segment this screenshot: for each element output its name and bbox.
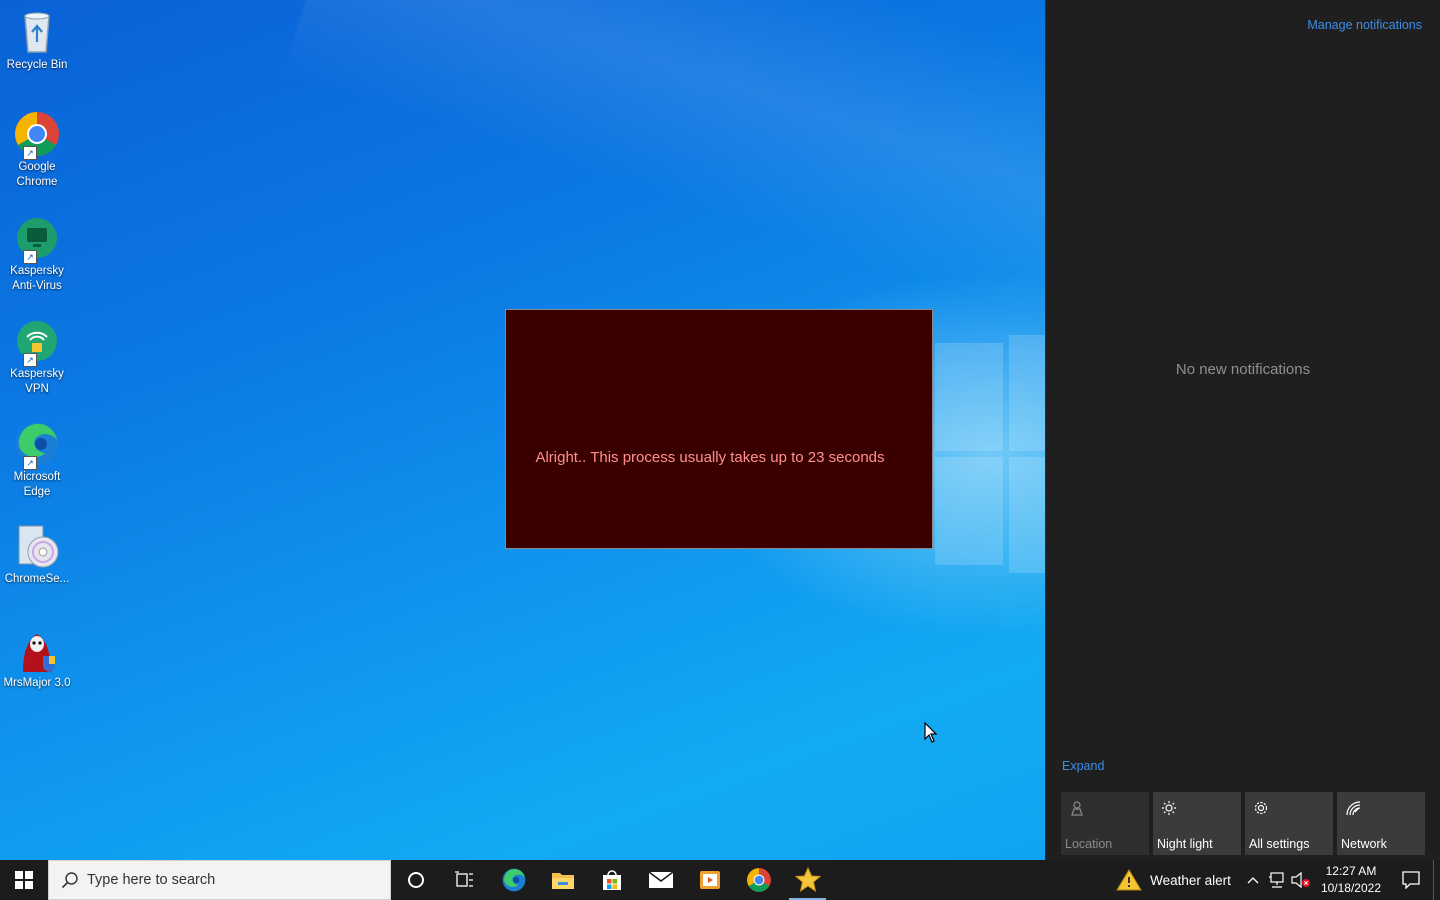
shortcut-arrow-icon: ↗ <box>23 146 37 160</box>
recycle-bin-icon <box>13 8 61 56</box>
edge-icon: ↗ <box>13 420 61 470</box>
search-icon <box>61 872 78 889</box>
show-desktop-button[interactable] <box>1433 860 1440 900</box>
setup-disc-icon <box>13 522 61 570</box>
kaspersky-antivirus-icon: ↗ <box>13 214 61 264</box>
brightness-icon <box>1162 801 1176 815</box>
mouse-cursor-icon <box>924 722 938 743</box>
action-center-panel: Manage notifications No new notification… <box>1045 0 1440 860</box>
desktop-icon-label: Recycle Bin <box>6 59 68 71</box>
quick-action-label: Night light <box>1157 837 1213 851</box>
taskbar-edge[interactable] <box>489 860 538 900</box>
show-hidden-icons[interactable] <box>1241 860 1265 900</box>
edge-icon <box>502 868 525 892</box>
system-tray: Weather alert 12:27 AM 10/18/2022 <box>1106 860 1440 900</box>
location-icon <box>1071 801 1083 816</box>
manage-notifications-link[interactable]: Manage notifications <box>1307 18 1422 32</box>
chevron-up-icon <box>1247 877 1259 884</box>
desktop-icon-label: MrsMajor 3.0 <box>3 677 71 689</box>
quick-action-network[interactable]: Network <box>1337 792 1425 855</box>
shortcut-arrow-icon: ↗ <box>23 456 37 470</box>
shortcut-arrow-icon: ↗ <box>23 250 37 264</box>
action-center-button[interactable] <box>1389 860 1433 900</box>
quick-action-label: Network <box>1341 837 1387 851</box>
cortana-icon <box>407 872 424 888</box>
desktop-icon-mrsmajor[interactable]: MrsMajor 3.0 <box>0 626 74 691</box>
store-icon <box>602 870 621 890</box>
ethernet-icon <box>1268 872 1284 888</box>
windows-start-icon <box>15 871 33 889</box>
taskbar-media[interactable] <box>685 860 734 900</box>
desktop-icon-chromesetup[interactable]: ChromeSe... <box>0 522 74 587</box>
desktop-icon-label: Google Chrome <box>16 161 58 188</box>
network-icon <box>1346 801 1361 816</box>
notification-icon <box>1402 871 1420 889</box>
chrome-icon <box>746 868 771 892</box>
quick-action-label: All settings <box>1249 837 1310 851</box>
desktop-icon-label: Microsoft Edge <box>13 471 61 498</box>
mrsmajor-icon <box>13 626 61 674</box>
taskbar-search[interactable]: Type here to search <box>48 860 391 900</box>
star-app-icon <box>794 867 821 893</box>
desktop-icon-google-chrome[interactable]: ↗ Google Chrome <box>0 110 74 190</box>
desktop-icon-microsoft-edge[interactable]: ↗ Microsoft Edge <box>0 420 74 500</box>
taskbar-task-view[interactable] <box>440 860 489 900</box>
desktop-icon-label: Kaspersky Anti-Virus <box>10 265 64 292</box>
quick-action-location[interactable]: Location <box>1061 792 1149 855</box>
expand-link[interactable]: Expand <box>1062 759 1104 773</box>
quick-actions: Location Night light All settings Networ… <box>1061 792 1425 855</box>
kaspersky-vpn-icon: ↗ <box>13 317 61 367</box>
quick-action-all-settings[interactable]: All settings <box>1245 792 1333 855</box>
weather-widget[interactable]: Weather alert <box>1106 869 1241 891</box>
taskbar-star-app[interactable] <box>783 860 832 900</box>
gear-icon <box>1254 801 1268 815</box>
taskbar-clock[interactable]: 12:27 AM 10/18/2022 <box>1313 863 1389 897</box>
volume-tray[interactable] <box>1289 860 1313 900</box>
start-button[interactable] <box>0 860 48 900</box>
quick-action-label: Location <box>1065 837 1113 851</box>
network-tray[interactable] <box>1265 860 1289 900</box>
taskbar-chrome[interactable] <box>734 860 783 900</box>
desktop-icon-recycle-bin[interactable]: Recycle Bin <box>0 8 74 73</box>
weather-alert-label: Weather alert <box>1150 872 1231 888</box>
process-dialog: Alright.. This process usually takes up … <box>505 309 933 549</box>
volume-muted-icon <box>1291 872 1310 888</box>
taskbar-mail[interactable] <box>636 860 685 900</box>
clock-time: 12:27 AM <box>1325 864 1377 878</box>
desktop-icon-label: Kaspersky VPN <box>10 368 64 395</box>
desktop-icon-kaspersky-antivirus[interactable]: ↗ Kaspersky Anti-Virus <box>0 214 74 294</box>
taskbar: Type here to search Weather alert 12:27 … <box>0 860 1440 900</box>
search-placeholder: Type here to search <box>87 872 216 888</box>
dialog-message: Alright.. This process usually takes up … <box>535 448 885 466</box>
file-explorer-icon <box>551 873 574 889</box>
no-notifications-text: No new notifications <box>1175 361 1311 378</box>
clock-date: 10/18/2022 <box>1320 881 1381 895</box>
desktop-icon-label: ChromeSe... <box>4 573 70 585</box>
chrome-icon: ↗ <box>13 110 61 160</box>
shortcut-arrow-icon: ↗ <box>23 353 37 367</box>
wallpaper-windows-logo <box>935 335 1045 573</box>
taskbar-store[interactable] <box>587 860 636 900</box>
media-icon <box>699 871 720 889</box>
mail-icon <box>648 871 673 888</box>
taskbar-cortana[interactable] <box>391 860 440 900</box>
task-view-icon <box>454 871 473 887</box>
warning-icon <box>1116 869 1143 891</box>
desktop-icon-kaspersky-vpn[interactable]: ↗ Kaspersky VPN <box>0 317 74 397</box>
quick-action-night-light[interactable]: Night light <box>1153 792 1241 855</box>
taskbar-file-explorer[interactable] <box>538 860 587 900</box>
